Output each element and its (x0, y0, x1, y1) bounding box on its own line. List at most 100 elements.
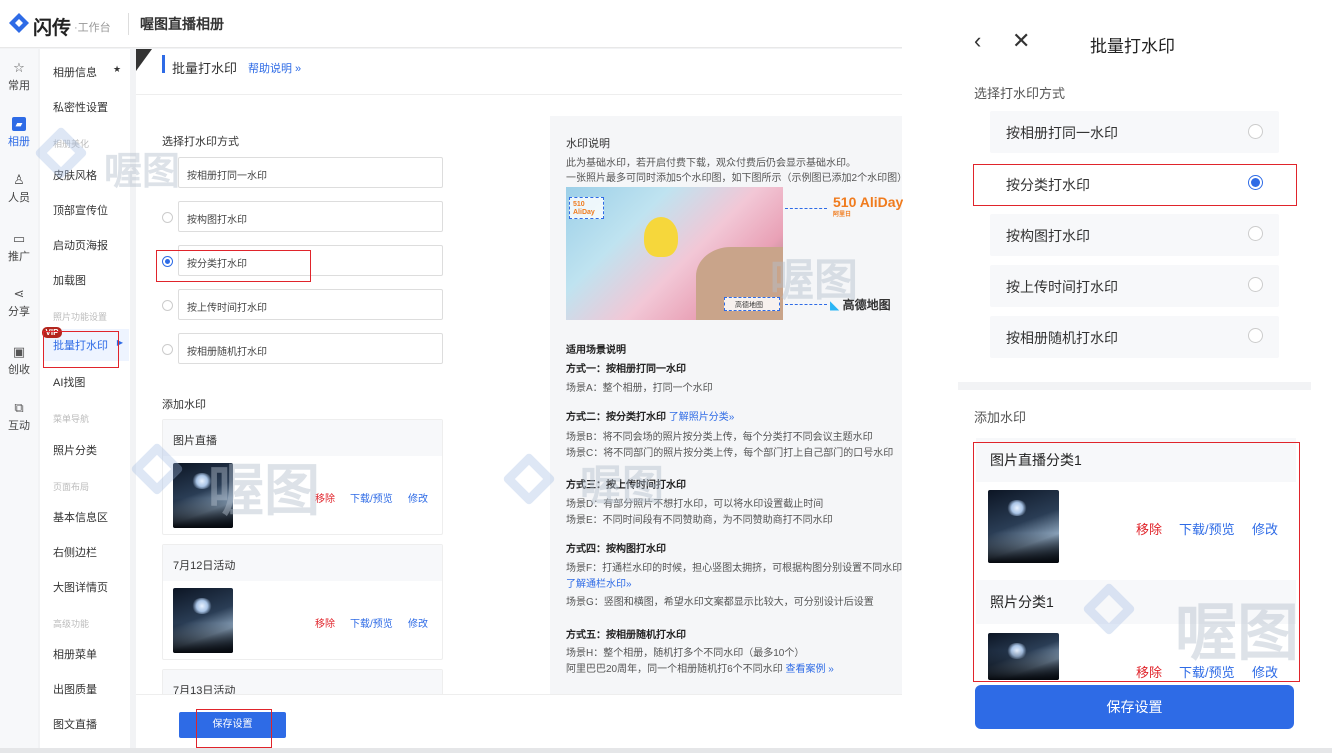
top-bar (0, 0, 902, 48)
app-title: 喔图直播相册 (140, 16, 224, 32)
scene-line: 场景B：将不同会场的照片按分类上传，每个分类打不同会议主题水印 (566, 432, 873, 443)
section-title: 批量打水印 (172, 61, 238, 76)
primary-nav: ☆ 常用 ▰ 相册 ♙ 人员 ▭ 推广 ⋖ 分享 ▣ 创收 ⧉ 互动 (0, 49, 38, 753)
scenes-title: 适用场景说明 (566, 345, 626, 356)
nav-item-people[interactable]: ♙ 人员 (0, 173, 38, 205)
share-icon: ⋖ (13, 286, 25, 301)
brand-subtitle: ·工作台 (74, 22, 111, 34)
remove-button[interactable]: 移除 (315, 615, 335, 630)
mobile-radio[interactable] (1248, 124, 1263, 139)
person-icon: ♙ (13, 172, 25, 187)
submenu-launch-poster[interactable]: 启动页海报 (53, 237, 108, 253)
nav-item-promote[interactable]: ▭ 推广 (0, 232, 38, 264)
radio-random[interactable] (162, 344, 173, 355)
aliday-logo-sub: 阿里日 (833, 212, 852, 218)
amap-logo-icon: ◣ (830, 298, 840, 312)
highlight-box (973, 164, 1297, 206)
scene-line: 场景G：竖图和横图，希望水印文案都显示比较大，可分别设计后设置 (566, 597, 874, 608)
edit-button[interactable]: 修改 (408, 615, 428, 630)
mobile-option-random[interactable]: 按相册随机打水印 (990, 316, 1279, 358)
watermark-sample-image: 510 AliDay 高德地图 (566, 187, 783, 320)
close-icon[interactable]: ✕ (1012, 28, 1030, 54)
radio-composition[interactable] (162, 212, 173, 223)
mobile-option-composition[interactable]: 按构图打水印 (990, 214, 1279, 256)
brand-name: 闪传 (33, 18, 72, 39)
method-title: 方式四：按构图打水印 (566, 544, 666, 555)
highlight-box (43, 331, 119, 368)
sample-watermark-1: 510 AliDay (569, 197, 604, 219)
amap-logo: ◣ 高德地图 (830, 296, 891, 313)
nav-label: 推广 (8, 251, 30, 263)
bottom-edge (0, 748, 1332, 753)
pointer-line (785, 208, 827, 209)
method-title: 方式五：按相册随机打水印 (566, 630, 686, 641)
choose-method-label: 选择打水印方式 (162, 136, 239, 148)
promote-icon: ▭ (12, 231, 26, 246)
nav-item-revenue[interactable]: ▣ 创收 (0, 345, 38, 377)
learn-category-link[interactable]: 了解照片分类» (669, 412, 735, 423)
help-link[interactable]: 帮助说明 » (248, 60, 301, 76)
mobile-radio[interactable] (1248, 226, 1263, 241)
mobile-option-upload-time[interactable]: 按上传时间打水印 (990, 265, 1279, 307)
option-same-watermark[interactable]: 按相册打同一水印 (178, 157, 443, 188)
download-preview-button[interactable]: 下载/预览 (350, 615, 393, 630)
nav-label: 互动 (8, 420, 30, 432)
info-line: 此为基础水印，若开启付费下载，观众付费后仍会显示基础水印。 (566, 158, 856, 169)
nav-item-album[interactable]: ▰ 相册 (0, 117, 38, 149)
method-title-text: 方式二：按分类打水印 (566, 412, 666, 423)
option-composition[interactable]: 按构图打水印 (178, 201, 443, 232)
edit-button[interactable]: 修改 (408, 490, 428, 505)
submenu-graphic-live[interactable]: 图文直播 (53, 716, 97, 732)
mobile-choose-method-label: 选择打水印方式 (974, 86, 1066, 101)
submenu-ai-find[interactable]: AI找图 (53, 374, 85, 390)
submenu-group-advanced: 高级功能 (53, 619, 90, 629)
submenu-album-info[interactable]: 相册信息 (53, 64, 97, 80)
submenu-privacy[interactable]: 私密性设置 (53, 99, 108, 115)
submenu-detail-page[interactable]: 大图详情页 (53, 579, 108, 595)
highlight-box (973, 442, 1300, 682)
card-title: 7月12日活动 (163, 545, 442, 581)
header-divider (128, 13, 129, 35)
info-line: 一张照片最多可同时添加5个水印图，如下图所示（示例图已添加2个水印图） (566, 173, 908, 184)
method-title: 方式三：按上传时间打水印 (566, 480, 686, 491)
info-title: 水印说明 (566, 138, 610, 150)
nav-item-share[interactable]: ⋖ 分享 (0, 287, 38, 319)
submenu-basic-info[interactable]: 基本信息区 (53, 509, 108, 525)
option-upload-time[interactable]: 按上传时间打水印 (178, 289, 443, 320)
mobile-save-settings-button[interactable]: 保存设置 (975, 685, 1294, 729)
mobile-add-watermark-label: 添加水印 (974, 410, 1027, 425)
header-divider (136, 94, 902, 95)
section-separator (958, 382, 1311, 390)
method-title: 方式二：按分类打水印 了解照片分类» (566, 408, 734, 423)
watermark-thumbnail (173, 588, 233, 653)
aliday-logo-text: 510 AliDay (833, 194, 904, 210)
mobile-radio[interactable] (1248, 328, 1263, 343)
nav-item-interact[interactable]: ⧉ 互动 (0, 401, 38, 433)
submenu-album-menu[interactable]: 相册菜单 (53, 646, 97, 662)
album-icon: ▰ (12, 117, 26, 131)
remove-button[interactable]: 移除 (315, 490, 335, 505)
mobile-radio[interactable] (1248, 277, 1263, 292)
submenu-photo-category[interactable]: 照片分类 (53, 442, 97, 458)
add-watermark-label: 添加水印 (162, 399, 206, 411)
submenu-right-sidebar[interactable]: 右侧边栏 (53, 544, 97, 560)
nav-label: 创收 (8, 364, 30, 376)
amap-logo-text: 高德地图 (842, 298, 891, 312)
download-preview-button[interactable]: 下载/预览 (350, 490, 393, 505)
aliday-logo: 510 AliDay 阿里日 (833, 194, 904, 222)
mobile-page-title: 批量打水印 (1090, 37, 1175, 56)
learn-banner-link[interactable]: 了解通栏水印» (566, 575, 632, 590)
submenu-loading[interactable]: 加载图 (53, 272, 86, 288)
view-case-link[interactable]: 查看案例 » (785, 664, 833, 675)
pin-star-icon[interactable]: ★ (113, 64, 121, 75)
scene-line: 场景C：将不同部门的照片按分类上传，每个部门打上自己部门的口号水印 (566, 448, 894, 459)
mobile-option-same-watermark[interactable]: 按相册打同一水印 (990, 111, 1279, 153)
submenu-output-quality[interactable]: 出图质量 (53, 681, 97, 697)
nav-item-common[interactable]: ☆ 常用 (0, 61, 38, 93)
submenu-top-banner[interactable]: 顶部宣传位 (53, 202, 108, 218)
card-title: 图片直播 (163, 420, 442, 456)
radio-upload-time[interactable] (162, 300, 173, 311)
option-random[interactable]: 按相册随机打水印 (178, 333, 443, 364)
scene-line: 场景H：整个相册，随机打多个不同水印（最多10个） (566, 648, 805, 659)
back-icon[interactable]: ‹ (974, 28, 981, 54)
